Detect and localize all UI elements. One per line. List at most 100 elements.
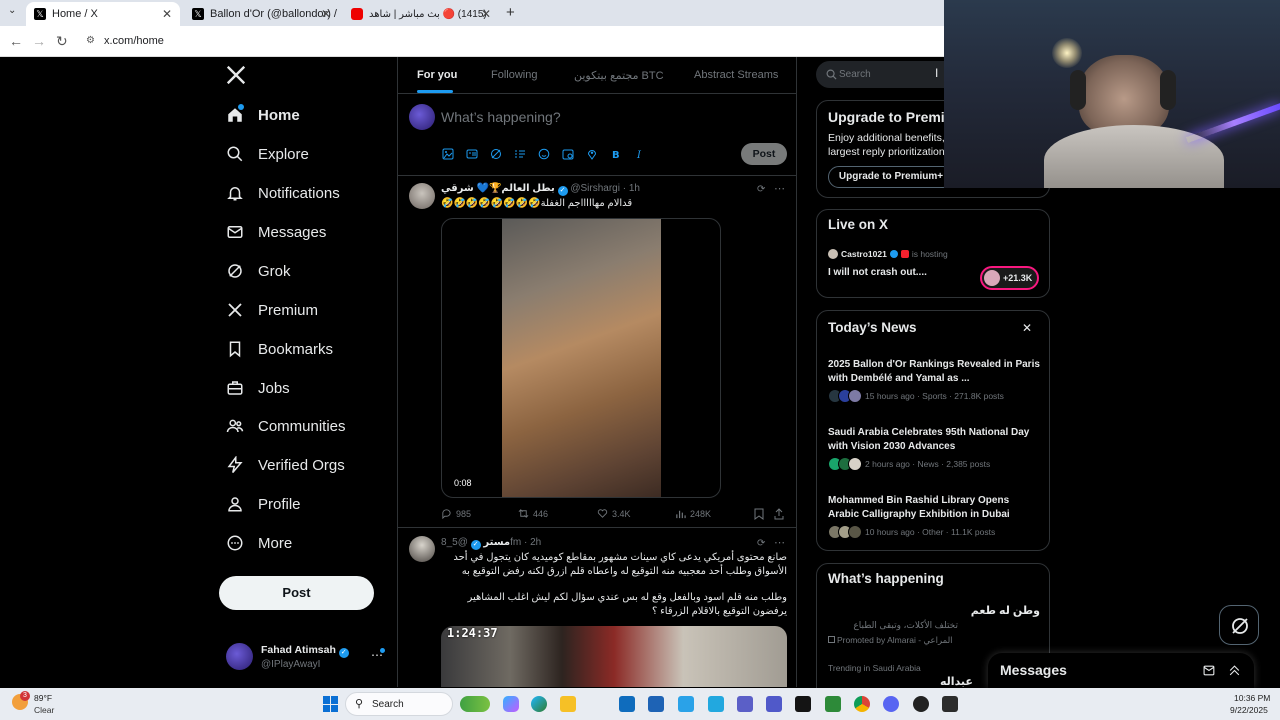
tab-abstract-streams[interactable]: Abstract Streams bbox=[694, 69, 778, 81]
post-button[interactable]: Post bbox=[219, 576, 374, 610]
tab-btc-community[interactable]: مجتمع بيتكوين BTC bbox=[574, 69, 664, 82]
emoji-icon[interactable] bbox=[538, 148, 550, 160]
file-explorer-icon[interactable] bbox=[560, 696, 576, 712]
tweet-author[interactable]: مستر bbox=[483, 537, 510, 548]
widgets-icon[interactable] bbox=[460, 696, 490, 712]
live-text[interactable]: I will not crash out.... bbox=[828, 267, 927, 278]
schedule-icon[interactable] bbox=[562, 148, 574, 160]
url-field[interactable]: x.com/home bbox=[104, 35, 164, 47]
upgrade-premium-button[interactable]: Upgrade to Premium+ bbox=[828, 166, 954, 188]
new-tab-icon[interactable]: + bbox=[506, 4, 515, 21]
media-icon[interactable] bbox=[442, 148, 454, 160]
like-button[interactable]: 3.4K bbox=[597, 508, 631, 519]
edge-icon[interactable] bbox=[531, 696, 547, 712]
taskbar-time[interactable]: 10:36 PM bbox=[1234, 693, 1270, 703]
site-info-icon[interactable]: ⚙ bbox=[86, 35, 95, 46]
more-dots-icon[interactable]: ⋯ bbox=[774, 536, 785, 549]
tweet-author[interactable]: بطل العالم🏆💙 شرقي bbox=[441, 183, 555, 194]
trend-name[interactable]: عبداله bbox=[940, 675, 973, 688]
copilot-icon[interactable] bbox=[503, 696, 519, 712]
news-item-title[interactable]: Mohammed Bin Rashid Library Opens Arabic… bbox=[828, 494, 1040, 521]
compose-input[interactable]: What’s happening? bbox=[441, 109, 561, 125]
close-tab-icon[interactable]: ✕ bbox=[162, 7, 172, 21]
reply-button[interactable]: 985 bbox=[441, 508, 471, 519]
close-tab-icon[interactable]: ✕ bbox=[321, 7, 331, 21]
nav-premium[interactable]: Premium bbox=[226, 295, 318, 325]
share-icon[interactable] bbox=[774, 507, 784, 520]
nav-home[interactable]: Home bbox=[226, 100, 300, 130]
video-player[interactable]: 1:24:37 bbox=[441, 626, 787, 687]
video-player[interactable]: 0:08 bbox=[441, 218, 721, 498]
nav-verified-orgs[interactable]: Verified Orgs bbox=[226, 450, 345, 480]
location-icon[interactable] bbox=[586, 148, 598, 160]
close-icon[interactable]: ✕ bbox=[1022, 321, 1032, 335]
live-host[interactable]: Castro1021 bbox=[841, 249, 887, 259]
nav-messages[interactable]: Messages bbox=[226, 217, 326, 247]
tab-home-x[interactable]: 𝕏 Home / X ✕ bbox=[26, 2, 180, 26]
app-icon[interactable] bbox=[708, 696, 724, 712]
taskbar-search[interactable]: ⚲ Search bbox=[345, 692, 453, 716]
chrome-icon[interactable] bbox=[854, 696, 870, 712]
nav-bookmarks[interactable]: Bookmarks bbox=[226, 334, 333, 364]
new-message-icon[interactable] bbox=[1203, 664, 1216, 677]
news-item-title[interactable]: 2025 Ballon d'Or Rankings Revealed in Pa… bbox=[828, 358, 1040, 385]
app-icon[interactable] bbox=[648, 696, 664, 712]
x-logo-icon[interactable] bbox=[225, 64, 247, 86]
tweet-time[interactable]: · 2h bbox=[524, 537, 541, 548]
messages-drawer[interactable]: Messages bbox=[988, 653, 1254, 688]
taskbar-date[interactable]: 9/22/2025 bbox=[1230, 705, 1268, 715]
repost-button[interactable]: 446 bbox=[518, 508, 548, 519]
weather-widget[interactable]: 3 89°F Clear bbox=[12, 691, 72, 717]
live-listeners-pill[interactable]: +21.3K bbox=[980, 266, 1039, 290]
nav-profile[interactable]: Profile bbox=[226, 489, 301, 519]
grok-icon[interactable] bbox=[490, 148, 502, 160]
views-button[interactable]: 248K bbox=[675, 508, 711, 519]
tweet-handle[interactable]: @5_8fm bbox=[441, 537, 521, 548]
poll-icon[interactable] bbox=[514, 148, 526, 160]
more-dots-icon[interactable]: ⋯ bbox=[774, 182, 785, 195]
start-button[interactable] bbox=[323, 696, 339, 712]
nav-explore[interactable]: Explore bbox=[226, 139, 309, 169]
tab-for-you[interactable]: For you bbox=[417, 69, 457, 81]
nav-more[interactable]: More bbox=[226, 528, 292, 558]
italic-icon[interactable]: I bbox=[634, 148, 646, 160]
nav-jobs[interactable]: Jobs bbox=[226, 373, 290, 403]
tweet-time[interactable]: · 1h bbox=[623, 183, 640, 194]
promoted-title[interactable]: وطن له طعم bbox=[828, 604, 1040, 617]
app-icon[interactable] bbox=[795, 696, 811, 712]
headphones bbox=[1160, 70, 1176, 110]
bookmark-icon[interactable] bbox=[754, 507, 764, 520]
grok-icon[interactable]: ⟳ bbox=[757, 184, 765, 195]
bold-icon[interactable]: B bbox=[610, 148, 622, 160]
outlook-icon[interactable] bbox=[619, 696, 635, 712]
app-icon[interactable] bbox=[766, 696, 782, 712]
tab-live-stream[interactable]: (1415) 🔴 بث مباشر | شاهد ✕ bbox=[343, 2, 499, 26]
tab-list-chevron-icon[interactable]: ⌄ bbox=[8, 5, 16, 16]
compose-post-button[interactable]: Post bbox=[741, 143, 787, 165]
store-icon[interactable] bbox=[678, 696, 694, 712]
gif-icon[interactable] bbox=[466, 148, 478, 160]
discord-icon[interactable] bbox=[883, 696, 899, 712]
nav-grok[interactable]: Grok bbox=[226, 256, 291, 286]
nav-communities[interactable]: Communities bbox=[226, 411, 346, 441]
tab-ballondor[interactable]: 𝕏 Ballon d'Or (@ballondor) / X ✕ bbox=[184, 2, 339, 26]
nav-label: Jobs bbox=[258, 379, 290, 397]
terminal-icon[interactable] bbox=[942, 696, 958, 712]
close-tab-icon[interactable]: ✕ bbox=[481, 7, 491, 21]
nav-notifications[interactable]: Notifications bbox=[226, 178, 340, 208]
tab-following[interactable]: Following bbox=[491, 69, 537, 81]
news-item-title[interactable]: Saudi Arabia Celebrates 95th National Da… bbox=[828, 426, 1040, 453]
teams-icon[interactable] bbox=[737, 696, 753, 712]
app-icon[interactable] bbox=[825, 696, 841, 712]
windows-logo-icon bbox=[323, 696, 330, 704]
tweet-handle[interactable]: @Sirshargi bbox=[570, 183, 620, 194]
reload-icon[interactable]: ↻ bbox=[56, 33, 68, 50]
grok-icon[interactable]: ⟳ bbox=[757, 538, 765, 549]
back-icon[interactable]: ← bbox=[9, 33, 23, 49]
app-icon[interactable] bbox=[913, 696, 929, 712]
account-switcher[interactable]: Fahad Atimsah ✓ @IPlayAwayI ⋯ bbox=[226, 642, 391, 674]
grok-fab[interactable] bbox=[1219, 605, 1259, 645]
forward-icon[interactable]: → bbox=[32, 33, 46, 49]
search-input[interactable]: Search bbox=[839, 69, 871, 80]
chevron-up-icon[interactable] bbox=[1228, 664, 1241, 677]
